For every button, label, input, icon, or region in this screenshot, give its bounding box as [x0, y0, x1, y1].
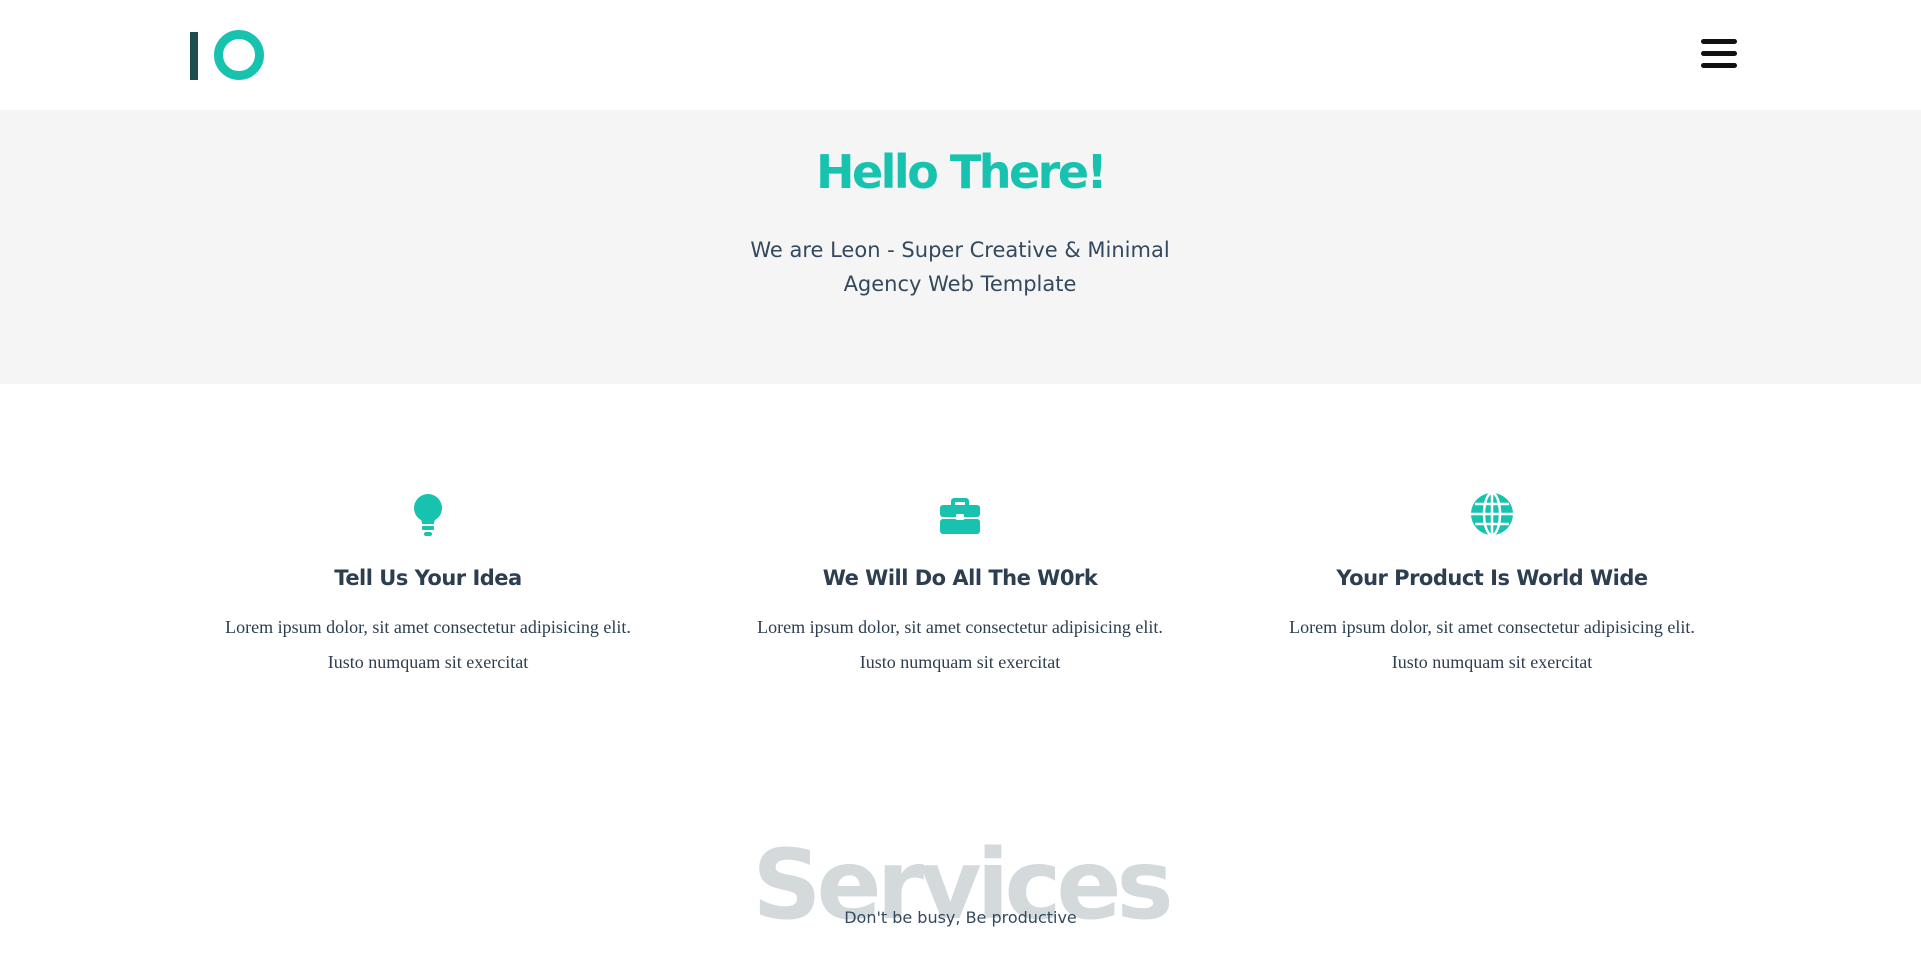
feature-card-worldwide: Your Product Is World Wide Lorem ipsum d… — [1272, 490, 1712, 680]
site-logo[interactable] — [188, 30, 268, 82]
feature-title: Tell Us Your Idea — [334, 566, 522, 590]
logo-ring — [214, 30, 264, 80]
feature-title: Your Product Is World Wide — [1336, 566, 1648, 590]
feature-text-line: Lorem ipsum dolor, sit amet consectetur … — [225, 617, 631, 637]
site-header — [0, 0, 1921, 110]
lightbulb-icon — [414, 494, 442, 536]
feature-text-line: Iusto numquam sit exercitat — [327, 652, 529, 672]
menu-line — [1701, 63, 1737, 68]
globe-icon — [1471, 491, 1513, 537]
feature-text-line: Lorem ipsum dolor, sit amet consectetur … — [1289, 617, 1695, 637]
hero-subtitle: We are Leon - Super Creative & Minimal A… — [750, 238, 1170, 296]
feature-text: Lorem ipsum dolor, sit amet consectetur … — [208, 610, 648, 680]
menu-line — [1701, 51, 1737, 56]
feature-text-line: Lorem ipsum dolor, sit amet consectetur … — [757, 617, 1163, 637]
feature-card-work: We Will Do All The W0rk Lorem ipsum dolo… — [740, 490, 1180, 680]
services-subtitle: Don't be busy, Be productive — [844, 908, 1077, 927]
feature-card-idea: Tell Us Your Idea Lorem ipsum dolor, sit… — [208, 490, 648, 680]
hamburger-menu-icon[interactable] — [1699, 36, 1739, 72]
feature-text: Lorem ipsum dolor, sit amet consectetur … — [740, 610, 1180, 680]
feature-title: We Will Do All The W0rk — [822, 566, 1098, 590]
logo-bar — [190, 32, 198, 80]
feature-text-line: Iusto numquam sit exercitat — [859, 652, 1061, 672]
briefcase-icon — [940, 498, 980, 534]
feature-text-line: Iusto numquam sit exercitat — [1391, 652, 1593, 672]
menu-line — [1701, 39, 1737, 44]
hero-title: Hello There! — [815, 145, 1108, 199]
hero-section: Hello There! We are Leon - Super Creativ… — [0, 110, 1921, 384]
feature-text: Lorem ipsum dolor, sit amet consectetur … — [1272, 610, 1712, 680]
